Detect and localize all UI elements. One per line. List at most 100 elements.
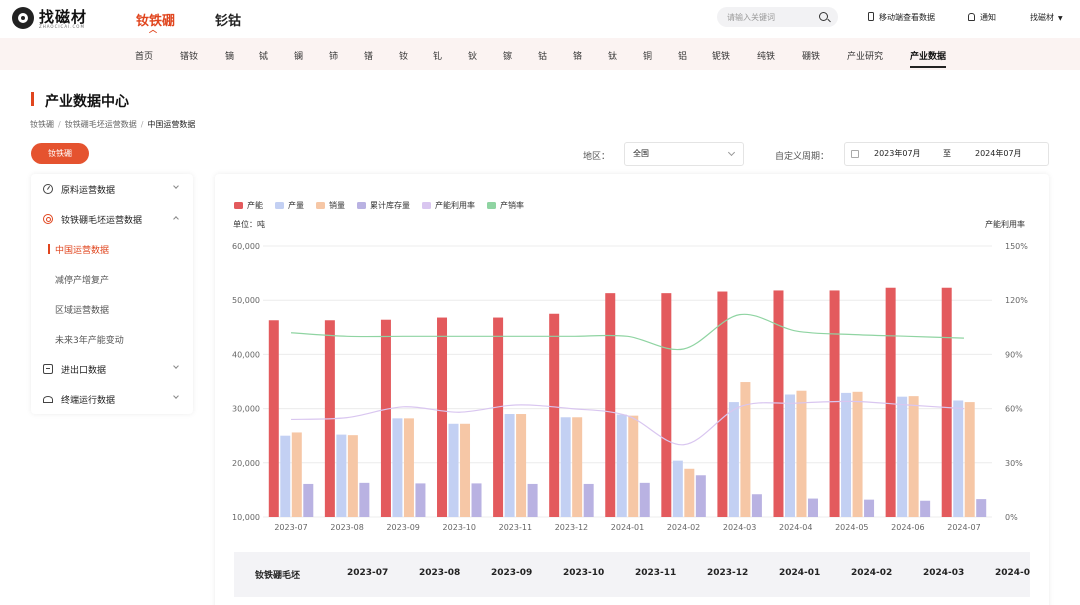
date-range-picker[interactable]: 2023年07月 至 2024年07月: [844, 142, 1049, 166]
sidebar-subitem-capacity-change[interactable]: 未来3年产能变动: [31, 324, 193, 354]
y2-tick-label: 120%: [1005, 296, 1028, 305]
bar-3: [403, 418, 414, 517]
sidebar-item-raw-material[interactable]: 原料运营数据: [31, 174, 193, 204]
nav-item-home[interactable]: 首页: [135, 49, 153, 62]
nav-item-nbfe[interactable]: 铌铁: [712, 49, 730, 62]
nav-item-dy[interactable]: 镝: [225, 49, 234, 62]
nav-item-pure-iron[interactable]: 纯铁: [757, 49, 775, 62]
legend-label: 产量: [288, 201, 304, 210]
bar-3: [572, 417, 583, 517]
title-accent-bar: [31, 92, 34, 106]
nav-item-cr[interactable]: 铬: [573, 49, 582, 62]
bar-1: [661, 293, 672, 517]
bar-1: [605, 293, 616, 517]
tab-smco[interactable]: 钐钴: [215, 10, 241, 29]
active-marker: [48, 244, 50, 254]
nav-item-la[interactable]: 镧: [294, 49, 303, 62]
sidebar: 原料运营数据 钕铁硼毛坯运营数据 中国运营数据 减停产增复产 区域运营数据 未来…: [31, 174, 193, 414]
legend-swatch: [487, 202, 496, 209]
legend-swatch: [357, 202, 366, 209]
sidebar-subitem-shutdown-restart[interactable]: 减停产增复产: [31, 264, 193, 294]
breadcrumb-separator: /: [58, 120, 61, 129]
nav-item-bfe[interactable]: 硼铁: [802, 49, 820, 62]
nav-item-ga[interactable]: 镓: [503, 49, 512, 62]
user-menu[interactable]: 找磁材 ▼: [1030, 12, 1063, 23]
chevron-down-icon: [173, 363, 179, 369]
y2-tick-label: 150%: [1005, 242, 1028, 251]
legend-label: 产销率: [500, 201, 524, 210]
bar-4: [751, 494, 762, 517]
y-tick-label: 20,000: [232, 459, 260, 468]
nav-item-industry-data[interactable]: 产业数据: [910, 49, 947, 68]
nav-item-al[interactable]: 铝: [678, 49, 687, 62]
sidebar-item-blank-data[interactable]: 钕铁硼毛坯运营数据: [31, 204, 193, 234]
series-line-2: [290, 313, 964, 351]
breadcrumb-item-blank-data[interactable]: 钕铁硼毛坯运营数据: [65, 120, 137, 129]
right-axis-label: 产能利用率: [985, 220, 1025, 229]
sidebar-subitem-china-data[interactable]: 中国运营数据: [31, 234, 193, 264]
y-tick-label: 50,000: [232, 296, 260, 305]
notification-label: 通知: [980, 13, 996, 22]
nav-item-co[interactable]: 钴: [538, 49, 547, 62]
sidebar-item-label: 原料运营数据: [61, 186, 116, 196]
data-table-header: 钕铁硼毛坯 2023-07 2023-08 2023-09 2023-10 2023-11…: [234, 552, 1030, 597]
legend-item[interactable]: 累计库存量: [357, 200, 410, 211]
legend-item[interactable]: 销量: [316, 200, 345, 211]
chart-legend: 产能 产量 销量 累计库存量 产能利用率 产销率: [234, 193, 536, 212]
y2-tick-label: 30%: [1005, 459, 1023, 468]
nav-item-nd[interactable]: 钕: [399, 49, 408, 62]
legend-item[interactable]: 产量: [275, 200, 304, 211]
bar-4: [471, 483, 482, 517]
material-pill[interactable]: 钕铁硼: [31, 143, 89, 164]
site-logo[interactable]: 找磁材 ZHAOCICAI.COM: [12, 5, 98, 33]
logo-icon: [12, 7, 34, 29]
sidebar-item-label: 进出口数据: [61, 366, 107, 376]
y-tick-label: 10,000: [232, 513, 260, 522]
sidebar-subitem-label: 减停产增复产: [55, 276, 110, 286]
dropdown-icon: ▼: [1058, 15, 1063, 22]
legend-label: 累计库存量: [370, 201, 410, 210]
bar-2: [560, 417, 571, 517]
nav-item-pr[interactable]: 镨: [364, 49, 373, 62]
nav-item-research[interactable]: 产业研究: [847, 49, 883, 62]
nav-item-ce[interactable]: 铈: [329, 49, 338, 62]
sidebar-item-terminal-data[interactable]: 终端运行数据: [31, 384, 193, 414]
nav-item-cu[interactable]: 铜: [643, 49, 652, 62]
bar-4: [359, 482, 370, 517]
nav-item-prnd[interactable]: 镨钕: [180, 49, 198, 62]
nav-item-gd[interactable]: 钆: [433, 49, 442, 62]
bar-3: [347, 435, 358, 517]
bar-1: [493, 317, 504, 517]
sidebar-item-import-export[interactable]: 进出口数据: [31, 354, 193, 384]
legend-item[interactable]: 产能: [234, 200, 263, 211]
period-end[interactable]: 2024年07月: [975, 143, 1022, 165]
legend-item[interactable]: 产销率: [487, 200, 524, 211]
table-header-month: 2023-10: [563, 568, 605, 578]
target-icon: [43, 214, 53, 224]
nav-item-ho[interactable]: 钬: [468, 49, 477, 62]
search-icon[interactable]: [819, 12, 828, 21]
mobile-view-link[interactable]: 移动端查看数据: [868, 12, 935, 23]
left-axis-unit: 单位：吨: [233, 220, 265, 229]
y-tick-label: 30,000: [232, 405, 260, 414]
bar-2: [392, 418, 403, 517]
period-start[interactable]: 2023年07月: [874, 143, 921, 165]
search-input[interactable]: [727, 10, 813, 24]
nav-item-ti[interactable]: 钛: [608, 49, 617, 62]
swap-icon: [43, 364, 53, 374]
sidebar-subitem-regional-data[interactable]: 区域运营数据: [31, 294, 193, 324]
user-menu-label: 找磁材: [1030, 13, 1054, 22]
breadcrumb-item-ndfeb[interactable]: 钕铁硼: [30, 120, 54, 129]
bar-3: [628, 415, 639, 517]
bar-3: [460, 423, 471, 517]
nav-item-tb[interactable]: 铽: [259, 49, 268, 62]
sidebar-item-label: 钕铁硼毛坯运营数据: [61, 216, 143, 226]
legend-item[interactable]: 产能利用率: [422, 200, 475, 211]
region-select[interactable]: 全国: [624, 142, 744, 166]
bar-2: [953, 400, 964, 517]
notification-link[interactable]: 通知: [968, 12, 996, 23]
bar-3: [908, 396, 919, 517]
tab-ndfeb[interactable]: 钕铁硼 ︿: [136, 10, 175, 34]
legend-label: 产能: [247, 201, 263, 210]
breadcrumb: 钕铁硼 / 钕铁硼毛坯运营数据 / 中国运营数据: [30, 119, 195, 130]
